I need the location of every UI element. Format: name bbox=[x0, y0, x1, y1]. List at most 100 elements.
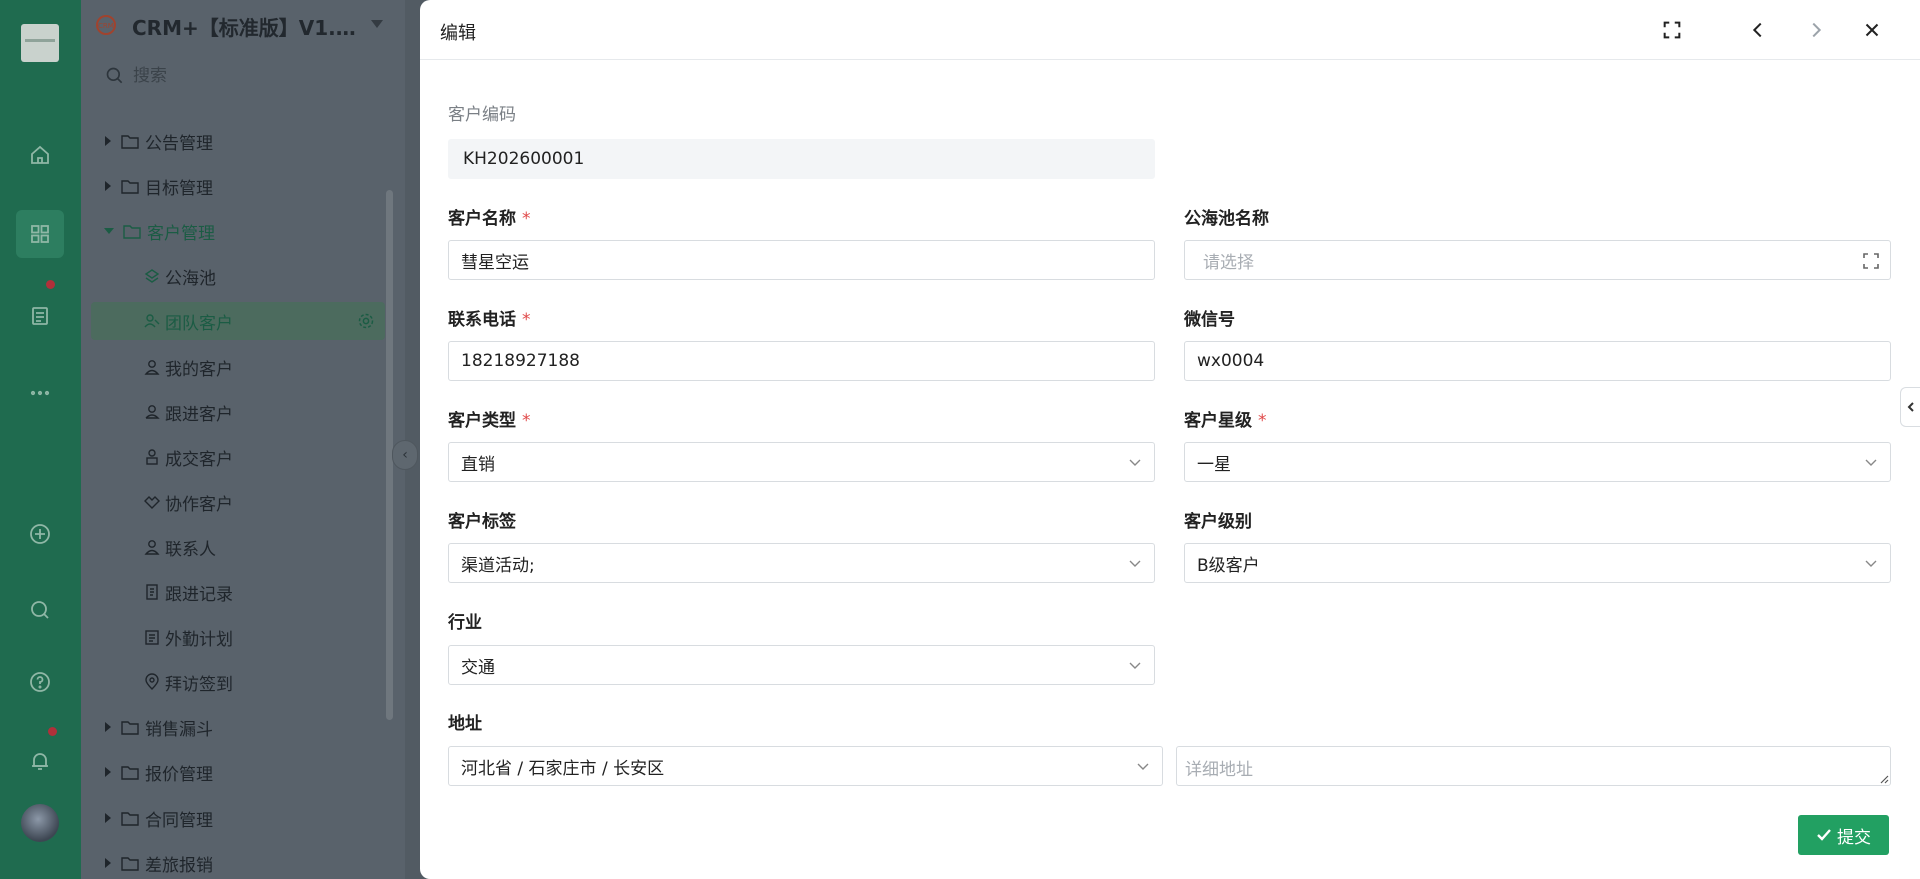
folder-icon bbox=[123, 224, 141, 239]
caret-right-icon[interactable] bbox=[105, 181, 111, 191]
bell-icon[interactable] bbox=[16, 737, 64, 785]
submit-label: 提交 bbox=[1837, 827, 1871, 848]
drawer-footer: 提交 bbox=[420, 790, 1920, 879]
customer-tag-label: 客户标签 bbox=[448, 512, 516, 532]
industry-value: 交通 bbox=[461, 657, 495, 678]
industry-select[interactable]: 交通 bbox=[448, 645, 1155, 685]
tree-item-label: 跟进客户 bbox=[165, 404, 233, 425]
tree-child-item[interactable]: 联系人 bbox=[91, 528, 385, 566]
tree-folder-item[interactable]: 销售漏斗 bbox=[91, 708, 385, 746]
search-icon bbox=[106, 67, 123, 84]
customer-type-label-text: 客户类型 bbox=[448, 411, 516, 431]
customer-type-label: 客户类型 * bbox=[448, 406, 531, 431]
tree-child-item[interactable]: 团队客户 bbox=[91, 302, 385, 340]
tree-folder-item[interactable]: 客户管理 bbox=[91, 212, 385, 250]
pool-name-select[interactable]: 请选择 bbox=[1184, 240, 1891, 280]
tree-item-label: 公告管理 bbox=[145, 133, 213, 154]
tree-child-item[interactable]: 协作客户 bbox=[91, 483, 385, 521]
address-detail-input[interactable] bbox=[1176, 746, 1891, 786]
address-region-select[interactable]: 河北省 / 石家庄市 / 长安区 bbox=[448, 746, 1163, 786]
tree-folder-item[interactable]: 公告管理 bbox=[91, 122, 385, 160]
caret-right-icon[interactable] bbox=[105, 858, 111, 868]
tree-child-item[interactable]: 我的客户 bbox=[91, 348, 385, 386]
chevron-left-icon bbox=[1907, 402, 1914, 412]
next-icon[interactable] bbox=[1802, 16, 1830, 44]
follow-user-icon bbox=[145, 405, 160, 419]
svg-text:CRM: CRM bbox=[98, 22, 114, 30]
phone-input[interactable]: 18218927188 bbox=[448, 341, 1155, 381]
customer-star-value: 一星 bbox=[1197, 454, 1231, 475]
search-icon[interactable] bbox=[16, 586, 64, 634]
wechat-input[interactable]: wx0004 bbox=[1184, 341, 1891, 381]
tree-item-label: 外勤计划 bbox=[165, 629, 233, 650]
fullscreen-icon[interactable] bbox=[1658, 16, 1686, 44]
tree-child-item[interactable]: 公海池 bbox=[91, 257, 385, 295]
tree-child-item[interactable]: 拜访签到 bbox=[91, 663, 385, 701]
app-rail bbox=[0, 0, 81, 879]
customer-tag-value: 渠道活动; bbox=[461, 555, 535, 576]
pool-name-label: 公海池名称 bbox=[1184, 209, 1269, 229]
location-icon bbox=[145, 673, 159, 690]
apps-icon[interactable] bbox=[16, 210, 64, 258]
plan-icon bbox=[145, 630, 159, 645]
customer-star-select[interactable]: 一星 bbox=[1184, 442, 1891, 482]
customer-tag-select[interactable]: 渠道活动; bbox=[448, 543, 1155, 583]
tree-folder-item[interactable]: 合同管理 bbox=[91, 799, 385, 837]
folder-icon bbox=[121, 811, 139, 826]
caret-down-icon[interactable] bbox=[104, 228, 114, 234]
caret-right-icon[interactable] bbox=[105, 722, 111, 732]
tree-child-item[interactable]: 外勤计划 bbox=[91, 618, 385, 656]
help-icon[interactable] bbox=[16, 658, 64, 706]
customer-level-select[interactable]: B级客户 bbox=[1184, 543, 1891, 583]
document-icon[interactable] bbox=[16, 292, 64, 340]
customer-type-select[interactable]: 直销 bbox=[448, 442, 1155, 482]
tree-item-label: 销售漏斗 bbox=[145, 719, 213, 740]
gear-icon[interactable] bbox=[357, 312, 375, 330]
tree-folder-item[interactable]: 报价管理 bbox=[91, 753, 385, 791]
team-customer-icon bbox=[144, 314, 160, 328]
home-icon[interactable] bbox=[16, 131, 64, 179]
tree-child-item[interactable]: 成交客户 bbox=[91, 438, 385, 476]
user-icon bbox=[144, 360, 160, 375]
tree-header: CRM CRM+【标准版】V1.0… bbox=[81, 0, 405, 52]
tree-item-label: 公海池 bbox=[165, 268, 216, 289]
customer-star-label-text: 客户星级 bbox=[1184, 411, 1252, 431]
more-icon[interactable] bbox=[16, 369, 64, 417]
caret-right-icon[interactable] bbox=[105, 136, 111, 146]
phone-label-text: 联系电话 bbox=[448, 310, 516, 330]
close-icon[interactable] bbox=[1858, 16, 1886, 44]
resize-grip-icon[interactable] bbox=[1879, 774, 1889, 784]
chevron-down-icon bbox=[1129, 459, 1141, 466]
caret-right-icon[interactable] bbox=[105, 767, 111, 777]
tree-child-item[interactable]: 跟进客户 bbox=[91, 393, 385, 431]
contact-icon bbox=[144, 540, 160, 555]
record-icon bbox=[146, 584, 158, 600]
add-icon[interactable] bbox=[16, 510, 64, 558]
side-panel-toggle[interactable] bbox=[1900, 387, 1920, 427]
chevron-down-icon bbox=[1129, 560, 1141, 567]
tree-search-input[interactable] bbox=[133, 60, 383, 92]
expand-icon[interactable] bbox=[1862, 252, 1880, 270]
app-title[interactable]: CRM+【标准版】V1.0… bbox=[132, 12, 362, 41]
notification-dot bbox=[48, 727, 57, 736]
collapse-tree-button[interactable]: ‹ bbox=[392, 440, 418, 470]
customer-star-label: 客户星级 * bbox=[1184, 406, 1267, 431]
chevron-down-icon bbox=[1865, 459, 1877, 466]
customer-name-label: 客户名称 * bbox=[448, 204, 531, 229]
tree-folder-item[interactable]: 差旅报销 bbox=[91, 844, 385, 879]
tree-item-label: 目标管理 bbox=[145, 178, 213, 199]
tree-child-item[interactable]: 跟进记录 bbox=[91, 573, 385, 611]
industry-label: 行业 bbox=[448, 613, 482, 633]
tree-folder-item[interactable]: 目标管理 bbox=[91, 167, 385, 205]
company-logo[interactable] bbox=[21, 24, 59, 62]
caret-right-icon[interactable] bbox=[105, 813, 111, 823]
avatar[interactable] bbox=[21, 804, 59, 842]
folder-icon bbox=[121, 765, 139, 780]
customer-name-label-text: 客户名称 bbox=[448, 209, 516, 229]
tree-item-label: 合同管理 bbox=[145, 810, 213, 831]
tree-item-label: 团队客户 bbox=[165, 313, 233, 334]
chevron-down-icon[interactable] bbox=[371, 20, 383, 28]
previous-icon[interactable] bbox=[1744, 16, 1772, 44]
submit-button[interactable]: 提交 bbox=[1798, 815, 1889, 855]
customer-name-input[interactable]: 彗星空运 bbox=[448, 240, 1155, 280]
